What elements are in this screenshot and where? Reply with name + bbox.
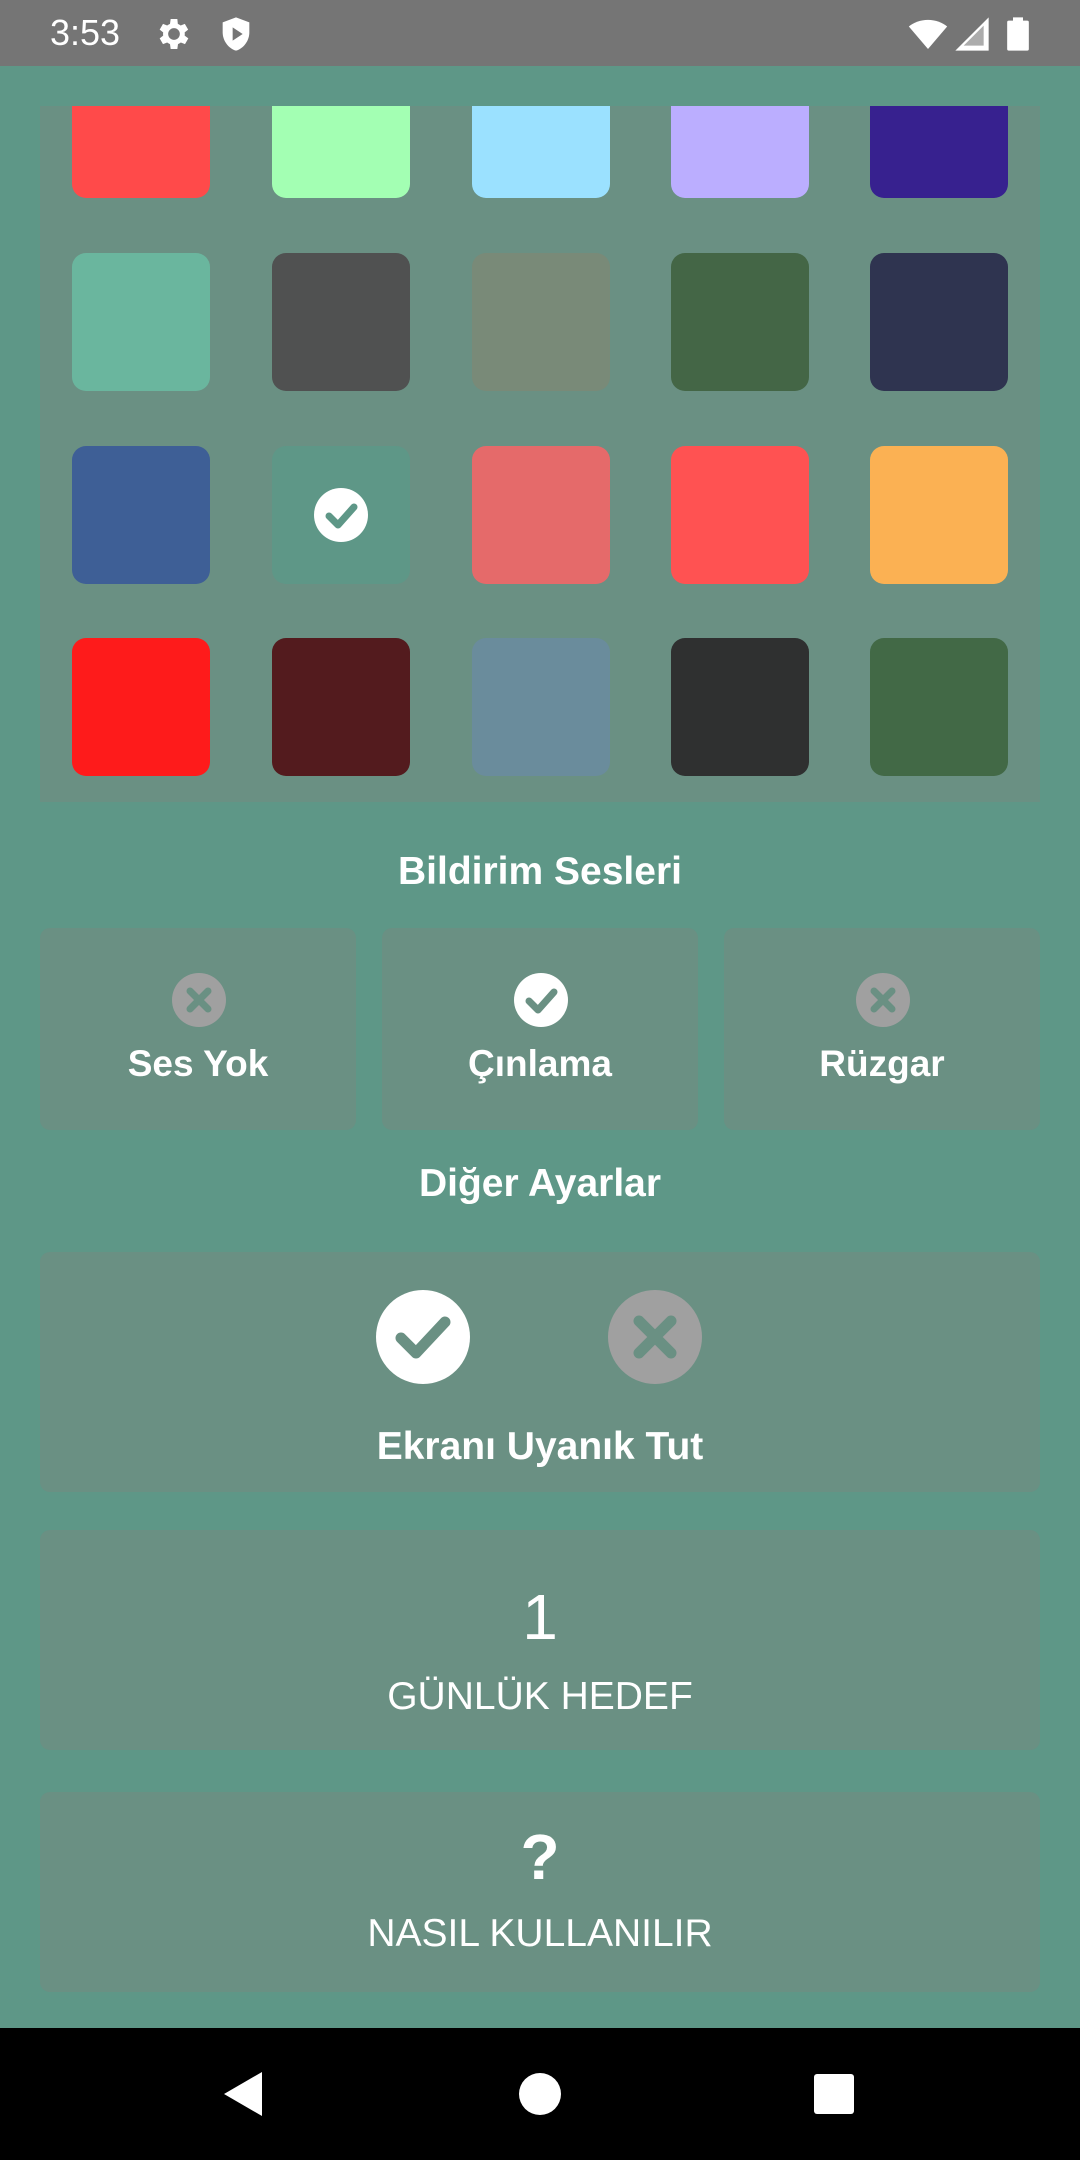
navigation-bar	[0, 2028, 1080, 2160]
sound-option-label: Çınlama	[468, 1043, 612, 1084]
how-to-use-card[interactable]: ? NASIL KULLANILIR	[40, 1792, 1040, 1992]
shield-play-icon	[222, 17, 250, 51]
check-circle-icon	[314, 488, 368, 542]
wifi-icon	[908, 19, 948, 49]
color-swatch[interactable]	[472, 638, 610, 776]
color-swatch[interactable]	[671, 446, 809, 584]
sounds-section-title: Bildirim Sesleri	[398, 850, 682, 893]
color-grid	[40, 106, 1040, 802]
color-swatch[interactable]	[272, 253, 410, 391]
status-bar: 3:53	[0, 0, 1080, 66]
color-swatch[interactable]	[72, 106, 210, 198]
color-swatch[interactable]	[472, 253, 610, 391]
color-swatch[interactable]	[870, 446, 1008, 584]
color-swatch[interactable]	[472, 106, 610, 198]
color-swatch[interactable]	[72, 253, 210, 391]
check-circle-icon	[514, 973, 568, 1027]
sound-option-label: Rüzgar	[819, 1043, 945, 1084]
daily-goal-card[interactable]: 1 GÜNLÜK HEDEF	[40, 1530, 1040, 1750]
keep-awake-on-button[interactable]	[376, 1290, 470, 1384]
color-swatch[interactable]	[272, 106, 410, 198]
keep-screen-awake-card: Ekranı Uyanık Tut	[40, 1252, 1040, 1492]
gear-icon	[159, 19, 189, 49]
keep-awake-label: Ekranı Uyanık Tut	[376, 1425, 704, 1468]
color-swatch[interactable]	[272, 446, 410, 584]
color-swatch[interactable]	[272, 638, 410, 776]
x-circle-icon	[856, 973, 910, 1027]
other-settings-title: Diğer Ayarlar	[418, 1162, 662, 1205]
daily-goal-label: GÜNLÜK HEDEF	[387, 1675, 693, 1718]
daily-goal-value: 1	[522, 1581, 558, 1653]
keep-awake-off-button[interactable]	[608, 1290, 702, 1384]
battery-icon	[1007, 17, 1029, 51]
question-mark-icon: ?	[520, 1821, 560, 1893]
back-icon[interactable]	[216, 2066, 272, 2122]
recents-icon[interactable]	[806, 2066, 862, 2122]
color-swatch[interactable]	[870, 106, 1008, 198]
sound-option-ruzgar[interactable]: Rüzgar	[724, 928, 1040, 1130]
color-swatch[interactable]	[72, 638, 210, 776]
color-swatch[interactable]	[671, 638, 809, 776]
home-icon[interactable]	[512, 2066, 568, 2122]
x-circle-icon	[172, 973, 226, 1027]
color-swatch[interactable]	[671, 106, 809, 198]
color-swatch[interactable]	[671, 253, 809, 391]
color-swatch[interactable]	[472, 446, 610, 584]
color-swatch[interactable]	[870, 638, 1008, 776]
sound-option-ses-yok[interactable]: Ses Yok	[40, 928, 356, 1130]
color-swatch[interactable]	[870, 253, 1008, 391]
status-time: 3:53	[50, 12, 121, 53]
sound-option-label: Ses Yok	[127, 1043, 269, 1084]
how-to-use-label: NASIL KULLANILIR	[367, 1912, 713, 1955]
sound-option-cinlama[interactable]: Çınlama	[382, 928, 698, 1130]
signal-icon	[955, 17, 989, 51]
color-swatch[interactable]	[72, 446, 210, 584]
